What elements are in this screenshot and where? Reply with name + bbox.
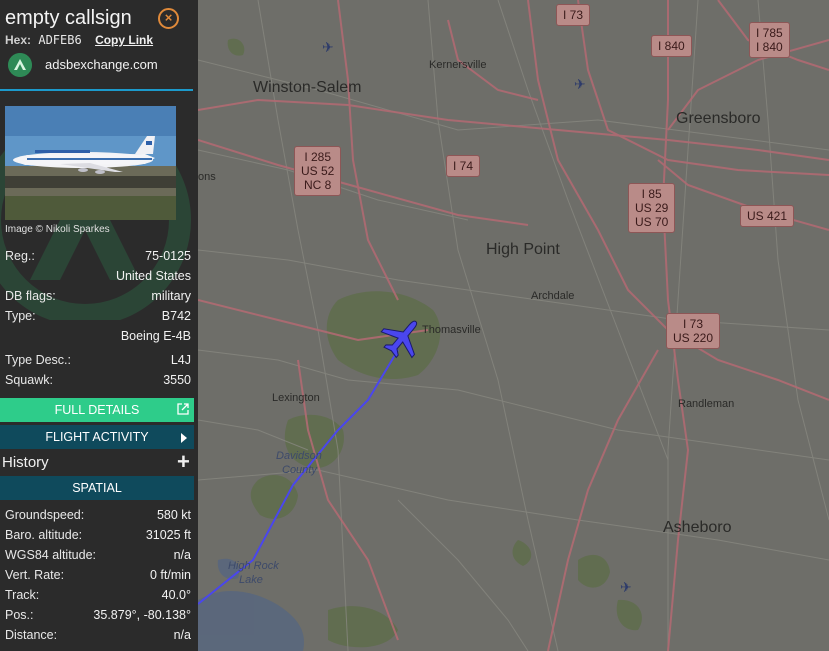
spatial-row-vert-rate: Vert. Rate: 0 ft/min — [5, 568, 191, 582]
region-label-davidson: Davidson — [276, 450, 322, 462]
external-link-icon — [177, 403, 189, 415]
spatial-row-distance: Distance: n/a — [5, 628, 191, 642]
detail-row-db-flags: DB flags: military — [5, 289, 191, 303]
city-label-thomasville: Thomasville — [422, 324, 481, 336]
close-icon[interactable]: × — [158, 8, 179, 29]
full-details-button[interactable]: FULL DETAILS — [0, 398, 194, 422]
city-label-archdale: Archdale — [531, 290, 575, 302]
spatial-section-header[interactable]: SPATIAL — [0, 476, 194, 500]
road-shield-i840: I 840 — [651, 35, 692, 57]
map-base-layer — [198, 0, 829, 651]
road-shield-i785-i840: I 785 I 840 — [749, 22, 790, 58]
detail-row-reg: Reg.: 75-0125 — [5, 249, 191, 263]
hex-value: ADFEB6 — [38, 33, 82, 47]
road-shield-i285-us52-nc8: I 285 US 52 NC 8 — [294, 146, 342, 196]
site-link[interactable]: adsbexchange.com — [8, 53, 198, 77]
site-name: adsbexchange.com — [45, 57, 158, 72]
city-label-randleman: Randleman — [678, 398, 735, 410]
city-label-kernersville: Kernersville — [429, 59, 487, 71]
photo-credit: Image © Nikoli Sparkes — [5, 224, 110, 235]
airport-icon: ✈ — [574, 76, 586, 92]
history-section-title[interactable]: History — [2, 454, 49, 471]
callsign-title: empty callsign — [5, 7, 132, 29]
flight-activity-button[interactable]: FLIGHT ACTIVITY — [0, 425, 194, 449]
detail-row-country: United States — [115, 269, 191, 283]
plus-icon[interactable]: + — [177, 449, 190, 475]
airport-icon: ✈ — [620, 579, 632, 595]
city-label-asheboro: Asheboro — [663, 519, 732, 536]
hex-line: Hex: ADFEB6 Copy Link — [5, 33, 153, 47]
spatial-row-groundspeed: Groundspeed: 580 kt — [5, 508, 191, 522]
spatial-row-position: Pos.: 35.879°, -80.138° — [5, 608, 191, 622]
region-label-county: County — [282, 464, 317, 476]
copy-link[interactable]: Copy Link — [95, 33, 153, 47]
road-shield-us421: US 421 — [740, 205, 795, 227]
aircraft-info-panel: empty callsign × Hex: ADFEB6 Copy Link a… — [0, 0, 198, 651]
detail-row-type-name: Boeing E-4B — [120, 329, 191, 343]
road-shield-i73-us220: I 73 US 220 — [666, 313, 721, 349]
city-label-greensboro: Greensboro — [676, 110, 761, 127]
hex-label: Hex: — [5, 33, 32, 47]
map-view[interactable]: Winston-Salem Kernersville Greensboro Hi… — [198, 0, 829, 651]
city-label-winston-salem: Winston-Salem — [253, 79, 362, 96]
city-label-high-point: High Point — [486, 241, 560, 258]
road-shield-i85-us29-us70: I 85 US 29 US 70 — [628, 183, 676, 233]
city-label-partial: ons — [198, 171, 216, 183]
spatial-row-track: Track: 40.0° — [5, 588, 191, 602]
road-shield-i73-top: I 73 — [556, 4, 591, 26]
expand-arrow-icon — [181, 433, 187, 443]
header-divider — [0, 89, 193, 91]
airport-icon: ✈ — [322, 39, 334, 55]
lake-label-high-rock: High Rock — [228, 560, 279, 572]
detail-row-type: Type: B742 — [5, 309, 191, 323]
city-label-lexington: Lexington — [272, 392, 320, 404]
detail-row-type-desc: Type Desc.: L4J — [5, 353, 191, 367]
adsbexchange-logo-icon — [8, 53, 32, 77]
aircraft-photo-image — [5, 106, 176, 220]
lake-label-lake: Lake — [239, 574, 263, 586]
road-shield-i74: I 74 — [446, 155, 481, 177]
spatial-row-wgs84-altitude: WGS84 altitude: n/a — [5, 548, 191, 562]
detail-row-squawk: Squawk: 3550 — [5, 373, 191, 387]
spatial-row-baro-altitude: Baro. altitude: 31025 ft — [5, 528, 191, 542]
aircraft-photo[interactable] — [5, 106, 176, 220]
